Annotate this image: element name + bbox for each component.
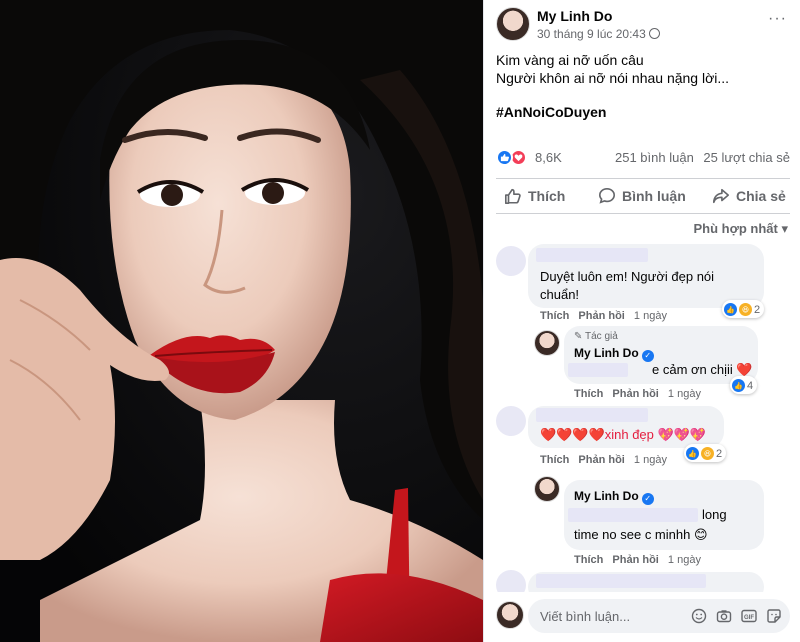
camera-icon[interactable]: [716, 608, 732, 624]
like-reaction-icon: [496, 149, 513, 166]
comment-reaction-count: 4: [747, 379, 754, 392]
comment-input[interactable]: [540, 599, 680, 633]
reply-text: long: [702, 507, 727, 522]
haha-reaction-icon: 😆: [739, 303, 752, 316]
comment-text: chuẩn!: [540, 287, 580, 302]
haha-reaction-icon: 😆: [701, 447, 714, 460]
pencil-icon: ✎: [574, 331, 583, 342]
svg-text:GIF: GIF: [744, 615, 754, 621]
comment-list: Duyệt luôn em! Người đẹp nói chuẩn! 👍 😆 …: [484, 240, 800, 592]
comment-reactions[interactable]: 👍 😆 2: [722, 300, 765, 318]
share-label: Chia sẻ: [736, 188, 786, 204]
post-header: My Linh Do 30 tháng 9 lúc 20:43 ···: [484, 0, 800, 48]
comment-reaction-count: 2: [716, 447, 723, 460]
comment-links: Thích Phản hồi 1 ngày: [540, 310, 667, 322]
reply-bubble: ✎ Tác giả My Linh Do ✓ e cảm ơn chịii ❤️: [564, 326, 758, 384]
post-meta: 30 tháng 9 lúc 20:43: [537, 27, 660, 41]
gif-icon[interactable]: GIF: [741, 608, 757, 624]
comment-time[interactable]: 1 ngày: [668, 388, 701, 400]
comment-reply-link[interactable]: Phản hồi: [612, 554, 658, 566]
reply-text: time no see c minhh 😊: [574, 527, 708, 542]
author-avatar[interactable]: [534, 330, 560, 356]
reply-author-name[interactable]: My Linh Do ✓: [574, 346, 654, 362]
reaction-count[interactable]: 8,6K: [535, 150, 562, 165]
comment-links: Thích Phản hồi 1 ngày: [540, 454, 667, 466]
comment-links: Thích Phản hồi 1 ngày: [574, 388, 701, 400]
post-timestamp[interactable]: 30 tháng 9 lúc 20:43: [537, 27, 646, 41]
redacted-name: [536, 408, 648, 422]
comment-links: Thích Phản hồi 1 ngày: [574, 554, 701, 566]
comment-reactions[interactable]: 👍 😆 2: [684, 444, 727, 462]
post-stats: 8,6K 251 bình luận 25 lượt chia sẻ: [496, 148, 790, 168]
redacted-mention: [568, 508, 698, 522]
commenter-avatar[interactable]: [496, 570, 526, 592]
comment-reactions[interactable]: 👍 4: [730, 376, 758, 394]
redacted-mention: [568, 363, 628, 377]
post-text-line1: Kim vàng ai nỡ uốn câu: [496, 52, 644, 68]
emoji-icon[interactable]: [691, 608, 707, 624]
comment-bubble: Duyệt luôn em! Người đẹp nói chuẩn!: [528, 244, 764, 308]
comment-time[interactable]: 1 ngày: [634, 310, 667, 322]
post-photo[interactable]: [0, 0, 483, 642]
share-icon: [712, 187, 730, 205]
comment-like-link[interactable]: Thích: [540, 310, 569, 322]
comment-time[interactable]: 1 ngày: [634, 454, 667, 466]
comment-bubble: [528, 572, 764, 592]
hashtag-link[interactable]: #AnNoiCoDuyen: [496, 104, 606, 120]
comment-button[interactable]: Bình luận: [598, 187, 686, 205]
comment-icon: [598, 187, 616, 205]
like-reaction-icon: 👍: [686, 447, 699, 460]
commenter-avatar[interactable]: [496, 406, 526, 436]
sort-dropdown[interactable]: Phù hợp nhất ▾: [694, 221, 789, 237]
post-text-line2: Người khôn ai nỡ nói nhau nặng lời...: [496, 70, 730, 86]
like-label: Thích: [528, 188, 566, 204]
comment-time[interactable]: 1 ngày: [668, 554, 701, 566]
comment-reply-link[interactable]: Phản hồi: [612, 388, 658, 400]
author-tag: ✎ Tác giả: [574, 331, 618, 342]
comment-like-link[interactable]: Thích: [574, 388, 603, 400]
share-button[interactable]: Chia sẻ: [712, 187, 786, 205]
comment-reply-link[interactable]: Phản hồi: [578, 310, 624, 322]
more-icon[interactable]: ···: [768, 10, 787, 28]
comment-reaction-count: 2: [754, 303, 761, 316]
comment-text: ❤️❤️❤️❤️xinh đẹp 💖💖💖: [540, 427, 707, 442]
globe-icon: [648, 28, 660, 39]
like-icon: [504, 187, 522, 205]
comment-bubble: ❤️❤️❤️❤️xinh đẹp 💖💖💖: [528, 406, 724, 448]
reply-author-name[interactable]: My Linh Do ✓: [574, 489, 654, 505]
like-reaction-icon: 👍: [724, 303, 737, 316]
comment-label: Bình luận: [622, 188, 686, 204]
redacted-name: [536, 574, 706, 588]
verified-icon: ✓: [641, 493, 654, 505]
comment-like-link[interactable]: Thích: [540, 454, 569, 466]
reaction-icons[interactable]: [496, 149, 532, 166]
like-reaction-icon: 👍: [732, 379, 745, 392]
sort-label: Phù hợp nhất: [693, 221, 778, 236]
action-bar: Thích Bình luận Chia sẻ: [496, 178, 790, 214]
redacted-name: [536, 248, 648, 262]
comment-composer: GIF: [484, 592, 800, 642]
comment-text: Duyệt luôn em! Người đẹp nói: [540, 269, 715, 284]
author-name[interactable]: My Linh Do: [537, 8, 612, 24]
author-avatar[interactable]: [534, 476, 560, 502]
comment-count[interactable]: 251 bình luận: [615, 150, 694, 165]
composer-icons: GIF: [691, 608, 782, 624]
comment-input-box[interactable]: GIF: [528, 599, 790, 633]
reply-bubble: My Linh Do ✓ long time no see c minhh 😊: [564, 480, 764, 550]
chevron-down-icon: ▾: [781, 221, 788, 236]
portrait-image: [0, 0, 483, 642]
author-avatar[interactable]: [496, 7, 530, 41]
commenter-avatar[interactable]: [496, 246, 526, 276]
sticker-icon[interactable]: [766, 608, 782, 624]
like-button[interactable]: Thích: [504, 187, 565, 205]
share-count[interactable]: 25 lượt chia sẻ: [703, 150, 790, 165]
comment-like-link[interactable]: Thích: [574, 554, 603, 566]
post-panel: My Linh Do 30 tháng 9 lúc 20:43 ··· Kim …: [483, 0, 800, 642]
viewer-avatar: [496, 601, 524, 629]
comment-reply-link[interactable]: Phản hồi: [578, 454, 624, 466]
